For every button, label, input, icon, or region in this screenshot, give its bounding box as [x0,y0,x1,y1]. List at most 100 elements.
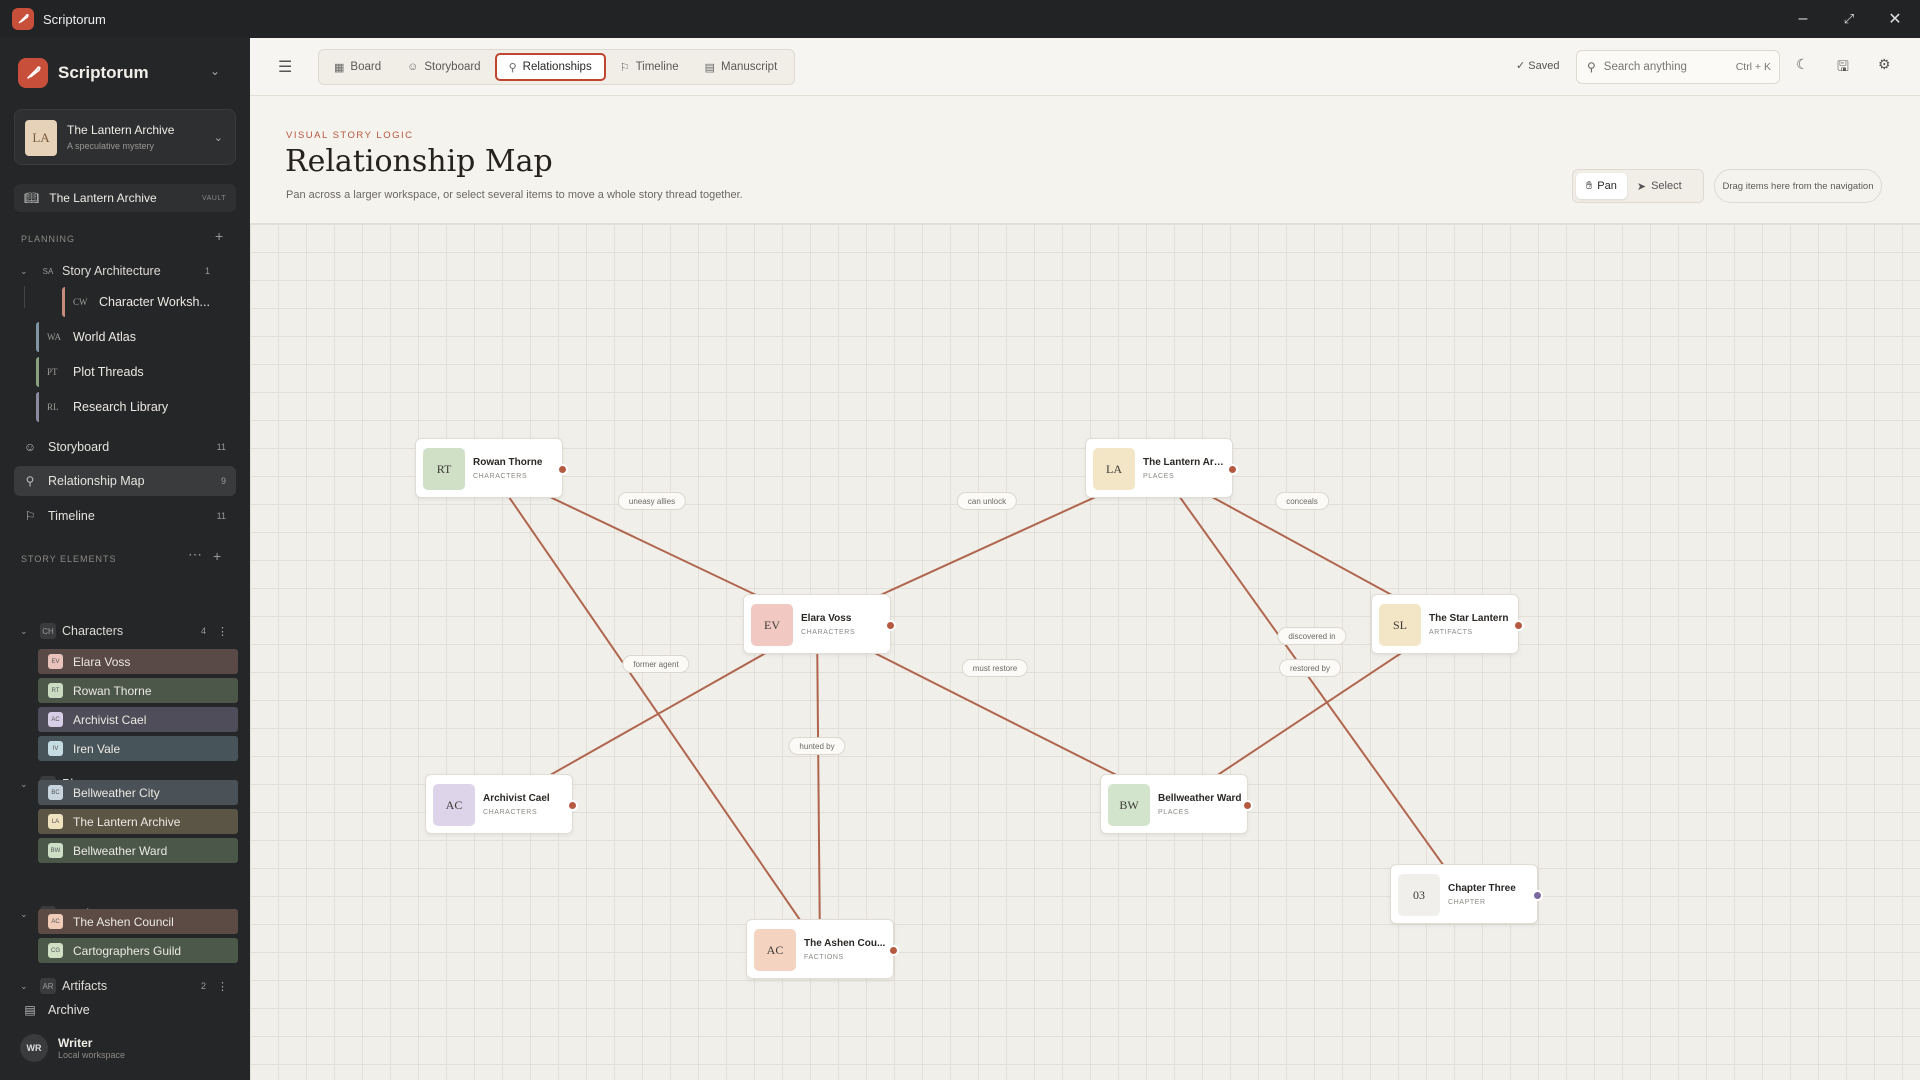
map-node-ev[interactable]: EV Elara Voss CHARACTERS [743,594,896,654]
node-name: The Lantern Arc... [1143,457,1227,468]
moon-icon[interactable]: ☾ [1796,56,1809,73]
toolbar: ☰ ▦ Board ☺ Storyboard ⚲ Relationships ⚐ Tim… [250,38,1920,96]
element-abbr: BC [48,785,63,800]
edge-label[interactable]: hunted by [788,737,846,755]
node-port[interactable] [1513,620,1524,631]
nav-archive[interactable]: ▤ Archive [14,995,236,1025]
sidebar-brand[interactable]: Scriptorum [18,58,149,88]
search-box[interactable]: ⚲ Ctrl + K [1576,50,1780,84]
element-label: Bellweather City [73,785,160,800]
drag-hint: Drag items here from the navigation [1714,169,1882,203]
element-abbr: IV [48,741,63,756]
cursor-icon: ➤ [1636,180,1647,193]
search-input[interactable] [1603,61,1724,73]
user-profile[interactable]: WR Writer Local workspace [20,1034,125,1062]
planning-block[interactable]: WA World Atlas [36,322,212,352]
nav-storyboard[interactable]: ☺ Storyboard 11 [14,432,236,462]
menu-icon[interactable]: ☰ [278,57,292,77]
chevron-down-icon[interactable]: ⌄ [210,64,220,78]
more-icon[interactable]: ⋯ [188,546,202,563]
sidebar-element-item[interactable]: AC Archivist Cael [38,707,238,732]
main-area: ☰ ▦ Board ☺ Storyboard ⚲ Relationships ⚐ Tim… [250,38,1920,1080]
node-port[interactable] [1532,890,1543,901]
node-kind: CHARACTERS [483,809,538,816]
hand-icon: ✋︎ [1586,179,1593,192]
sidebar-element-item[interactable]: IV Iren Vale [38,736,238,761]
tree-group-story-architecture[interactable]: ⌄ SA Story Architecture 1 [14,259,236,283]
select-button[interactable]: ➤ Select [1627,173,1692,199]
node-port[interactable] [885,620,896,631]
element-abbr: BW [48,843,63,858]
group-label: Characters [62,624,124,638]
sidebar-element-item[interactable]: EV Elara Voss [38,649,238,674]
node-badge: BW [1108,784,1150,826]
nav-timeline[interactable]: ⚐ Timeline 11 [14,501,236,531]
planning-block[interactable]: RL Research Library [36,392,212,422]
element-abbr: RT [48,683,63,698]
more-vertical-icon[interactable]: ⋮ [217,625,228,638]
tab-board[interactable]: ▦ Board [322,53,393,81]
node-port[interactable] [1227,464,1238,475]
vault-badge: VAULT [201,194,226,202]
tab-storyboard[interactable]: ☺ Storyboard [395,53,493,81]
edge-line[interactable] [488,467,821,950]
planning-block[interactable]: CW Character Worksh... [62,287,212,317]
window-title: Scriptorum [43,11,106,27]
maximize-icon[interactable]: ⤢ [1826,0,1872,38]
minimize-icon[interactable]: – [1780,0,1826,38]
vault-item[interactable]: 📖︎ The Lantern Archive VAULT [14,184,236,212]
sidebar-element-item[interactable]: CG Cartographers Guild [38,938,238,963]
element-label: Elara Voss [73,654,131,669]
tree-guide [24,286,25,308]
relationship-canvas[interactable]: uneasy allies can unlock conceals former ag… [250,223,1920,1080]
check-icon: ✓ [1516,60,1526,72]
edge-label[interactable]: restored by [1278,659,1342,677]
node-port[interactable] [557,464,568,475]
sidebar-element-item[interactable]: LA The Lantern Archive [38,809,238,834]
map-node-rt[interactable]: RT Rowan Thorne CHARACTERS [415,438,568,498]
edge-label[interactable]: discovered in [1277,627,1347,645]
map-node-bw[interactable]: BW Bellweather Ward PLACES [1100,774,1253,834]
node-kind: ARTIFACTS [1429,629,1473,636]
page-subtitle: Pan across a larger workspace, or select… [286,189,743,201]
group-abbr: CH [40,623,56,639]
tab-manuscript[interactable]: ▤ Manuscript [693,53,790,81]
map-node-sl[interactable]: SL The Star Lantern ARTIFACTS [1371,594,1524,654]
save-icon[interactable]: 🖫︎ [1837,56,1849,80]
close-icon[interactable]: ✕ [1872,0,1918,38]
node-name: The Star Lantern [1429,613,1509,624]
relationships-icon: ⚲ [25,474,35,488]
page-title: Relationship Map [285,144,553,179]
pan-button[interactable]: ✋︎ Pan [1576,173,1627,199]
map-node-ac[interactable]: AC Archivist Cael CHARACTERS [425,774,578,834]
sidebar-element-item[interactable]: AC The Ashen Council [38,909,238,934]
node-port[interactable] [1242,800,1253,811]
edge-line[interactable] [816,623,821,950]
tree-group-characters[interactable]: ⌄ CH Characters 4 ⋮ [14,619,236,643]
tab-relationships[interactable]: ⚲ Relationships [494,53,606,81]
edge-label[interactable]: uneasy allies [617,492,687,510]
edge-label[interactable]: former agent [622,655,690,673]
more-vertical-icon[interactable]: ⋮ [217,980,228,993]
edge-label[interactable]: must restore [961,659,1029,677]
node-kind: PLACES [1158,809,1190,816]
map-node-ch3[interactable]: 03 Chapter Three CHAPTER [1390,864,1543,924]
gear-icon[interactable]: ⚙ [1878,56,1891,73]
node-port[interactable] [567,800,578,811]
edge-label[interactable]: conceals [1275,492,1329,510]
element-label: Iren Vale [73,741,121,756]
sidebar-element-item[interactable]: BC Bellweather City [38,780,238,805]
map-node-la[interactable]: LA The Lantern Arc... PLACES [1085,438,1238,498]
sidebar-element-item[interactable]: RT Rowan Thorne [38,678,238,703]
tab-timeline[interactable]: ⚐ Timeline [608,53,691,81]
map-node-asc[interactable]: AC The Ashen Cou... FACTIONS [746,919,899,979]
nav-relationship-map[interactable]: ⚲ Relationship Map 9 [14,466,236,496]
planning-block[interactable]: PT Plot Threads [36,357,212,387]
add-element-icon[interactable]: + [213,548,221,564]
edge-label[interactable]: can unlock [956,492,1018,510]
element-label: The Ashen Council [73,914,174,929]
project-switcher[interactable]: LA The Lantern Archive A speculative mys… [14,109,236,165]
node-port[interactable] [888,945,899,956]
add-planning-icon[interactable]: + [215,228,223,244]
sidebar-element-item[interactable]: BW Bellweather Ward [38,838,238,863]
